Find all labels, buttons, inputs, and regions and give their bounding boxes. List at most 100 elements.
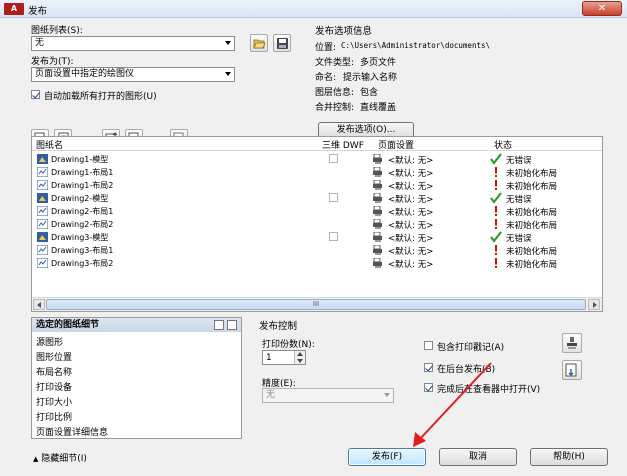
plot-stamp-settings-button[interactable] <box>562 333 582 353</box>
warning-icon <box>495 206 497 216</box>
publish-to-value: 页面设置中指定的绘图仪 <box>35 69 135 79</box>
table-row[interactable]: Drawing3-布局2 <默认: 无> 未初始化布局 <box>32 257 602 270</box>
precision-select[interactable]: 无 <box>262 388 394 403</box>
info-naming-key: 命名: <box>315 73 337 83</box>
hide-details-toggle[interactable]: ▲ 隐藏细节(I) <box>33 451 87 464</box>
page-setup-value[interactable]: <默认: 无> <box>388 258 433 270</box>
scroll-thumb[interactable]: III <box>46 299 586 310</box>
publish-to-select[interactable]: 页面设置中指定的绘图仪 <box>31 67 235 82</box>
table-row[interactable]: Drawing2-布局2 <默认: 无> 未初始化布局 <box>32 218 602 231</box>
info-merge-value: 直线覆盖 <box>360 103 397 113</box>
sheet-details-title: 选定的图纸细节 <box>32 318 241 332</box>
details-view-icon[interactable] <box>214 320 224 330</box>
copies-stepper[interactable]: 1 <box>262 350 306 365</box>
window-title: 发布 <box>28 6 48 17</box>
publish-button[interactable]: 发布(F) <box>348 448 426 466</box>
auto-load-checkbox[interactable] <box>31 90 40 99</box>
sheet-name: Drawing1-模型 <box>51 155 109 164</box>
close-button[interactable]: ✕ <box>582 1 622 16</box>
scroll-right-button[interactable] <box>588 299 600 310</box>
info-layer-value: 包含 <box>360 88 379 98</box>
publish-background-label: 在后台发布(B) <box>437 365 496 375</box>
warning-icon <box>495 167 497 177</box>
page-setup-value[interactable]: <默认: 无> <box>388 193 433 205</box>
cancel-button[interactable]: 取消 <box>439 448 517 466</box>
info-naming-value: 提示输入名称 <box>343 73 398 83</box>
spin-arrows[interactable] <box>294 351 305 364</box>
detail-drawing-location: 图形位置 <box>36 353 73 363</box>
detail-page-setup: 页面设置详细信息 <box>36 428 109 438</box>
dwf-checkbox[interactable] <box>329 154 338 163</box>
scroll-left-button[interactable] <box>33 299 45 310</box>
include-plot-stamp-checkbox[interactable] <box>424 341 433 350</box>
page-setup-value[interactable]: <默认: 无> <box>388 180 433 192</box>
sheet-details-panel: 选定的图纸细节 源图形 图形位置 布局名称 打印设备 打印大小 打印比例 页面设… <box>31 317 242 439</box>
chevron-down-icon <box>297 359 303 363</box>
title-bar: A 发布 ✕ <box>0 0 627 18</box>
sheet-name: Drawing1-布局2 <box>51 181 114 190</box>
publish-background-checkbox[interactable] <box>424 363 433 372</box>
model-tab-icon <box>37 154 48 164</box>
status-text: 未初始化布局 <box>506 208 558 218</box>
sheet-name: Drawing3-模型 <box>51 233 109 242</box>
page-setup-value[interactable]: <默认: 无> <box>388 219 433 231</box>
page-setup-icon <box>373 232 382 242</box>
table-row[interactable]: Drawing2-布局1 <默认: 无> 未初始化布局 <box>32 205 602 218</box>
page-setup-icon <box>373 219 382 229</box>
page-setup-icon <box>373 180 382 190</box>
table-row[interactable]: Drawing1-布局1 <默认: 无> 未初始化布局 <box>32 166 602 179</box>
page-setup-value[interactable]: <默认: 无> <box>388 245 433 257</box>
chevron-right-icon <box>593 302 597 308</box>
col-page-setup[interactable]: 页面设置 <box>378 138 414 151</box>
table-row[interactable]: Drawing1-模型 <默认: 无> 无错误 <box>32 153 602 166</box>
table-row[interactable]: Drawing2-模型 <默认: 无> 无错误 <box>32 192 602 205</box>
chevron-down-icon <box>384 393 390 397</box>
help-button[interactable]: 帮助(H) <box>530 448 608 466</box>
options-info-title: 发布选项信息 <box>315 26 373 37</box>
sheet-name: Drawing1-布局1 <box>51 168 114 177</box>
sheet-name: Drawing3-布局1 <box>51 246 114 255</box>
col-3d-dwf[interactable]: 三维 DWF <box>322 138 364 151</box>
status-text: 未初始化布局 <box>506 182 558 192</box>
horizontal-scrollbar[interactable]: III <box>32 297 602 311</box>
info-filetype-value: 多页文件 <box>360 58 397 68</box>
layout-tab-icon <box>37 219 48 229</box>
table-row[interactable]: Drawing3-模型 <默认: 无> 无错误 <box>32 231 602 244</box>
table-row[interactable]: Drawing3-布局1 <默认: 无> 未初始化布局 <box>32 244 602 257</box>
checkmark-icon <box>490 192 502 204</box>
status-text: 无错误 <box>506 195 532 205</box>
page-setup-value[interactable]: <默认: 无> <box>388 154 433 166</box>
autocad-logo-icon: A <box>4 3 24 15</box>
col-sheet-name[interactable]: 图纸名 <box>36 138 63 151</box>
publish-settings-button[interactable] <box>562 360 582 380</box>
details-copy-icon[interactable] <box>227 320 237 330</box>
dwf-checkbox[interactable] <box>329 232 338 241</box>
col-status[interactable]: 状态 <box>494 138 512 151</box>
sheet-table: 图纸名 三维 DWF 页面设置 状态 Drawing1-模型 <默认: 无> 无错误… <box>31 136 603 312</box>
layout-tab-icon <box>37 206 48 216</box>
page-setup-value[interactable]: <默认: 无> <box>388 206 433 218</box>
detail-source-drawing: 源图形 <box>36 338 64 348</box>
save-sheet-list-button[interactable] <box>273 34 291 52</box>
publish-to-label: 发布为(T): <box>31 57 74 67</box>
page-setup-value[interactable]: <默认: 无> <box>388 167 433 179</box>
open-in-viewer-checkbox[interactable] <box>424 383 433 392</box>
save-icon <box>277 38 288 49</box>
warning-icon <box>495 219 497 229</box>
page-setup-value[interactable]: <默认: 无> <box>388 232 433 244</box>
dwf-checkbox[interactable] <box>329 193 338 202</box>
layout-tab-icon <box>37 258 48 268</box>
copies-value: 1 <box>266 353 272 363</box>
hide-details-label: 隐藏细节(I) <box>41 454 87 464</box>
detail-layout-name: 布局名称 <box>36 368 73 378</box>
sheet-list-select[interactable]: 无 <box>31 36 235 51</box>
info-filetype-key: 文件类型: <box>315 58 355 68</box>
publish-document-icon <box>565 363 577 377</box>
checkmark-icon <box>490 231 502 243</box>
collapse-arrow-icon: ▲ <box>33 455 39 463</box>
load-sheet-list-button[interactable] <box>250 34 268 52</box>
table-row[interactable]: Drawing1-布局2 <默认: 无> 未初始化布局 <box>32 179 602 192</box>
checkmark-icon <box>490 153 502 165</box>
model-tab-icon <box>37 193 48 203</box>
status-text: 未初始化布局 <box>506 221 558 231</box>
